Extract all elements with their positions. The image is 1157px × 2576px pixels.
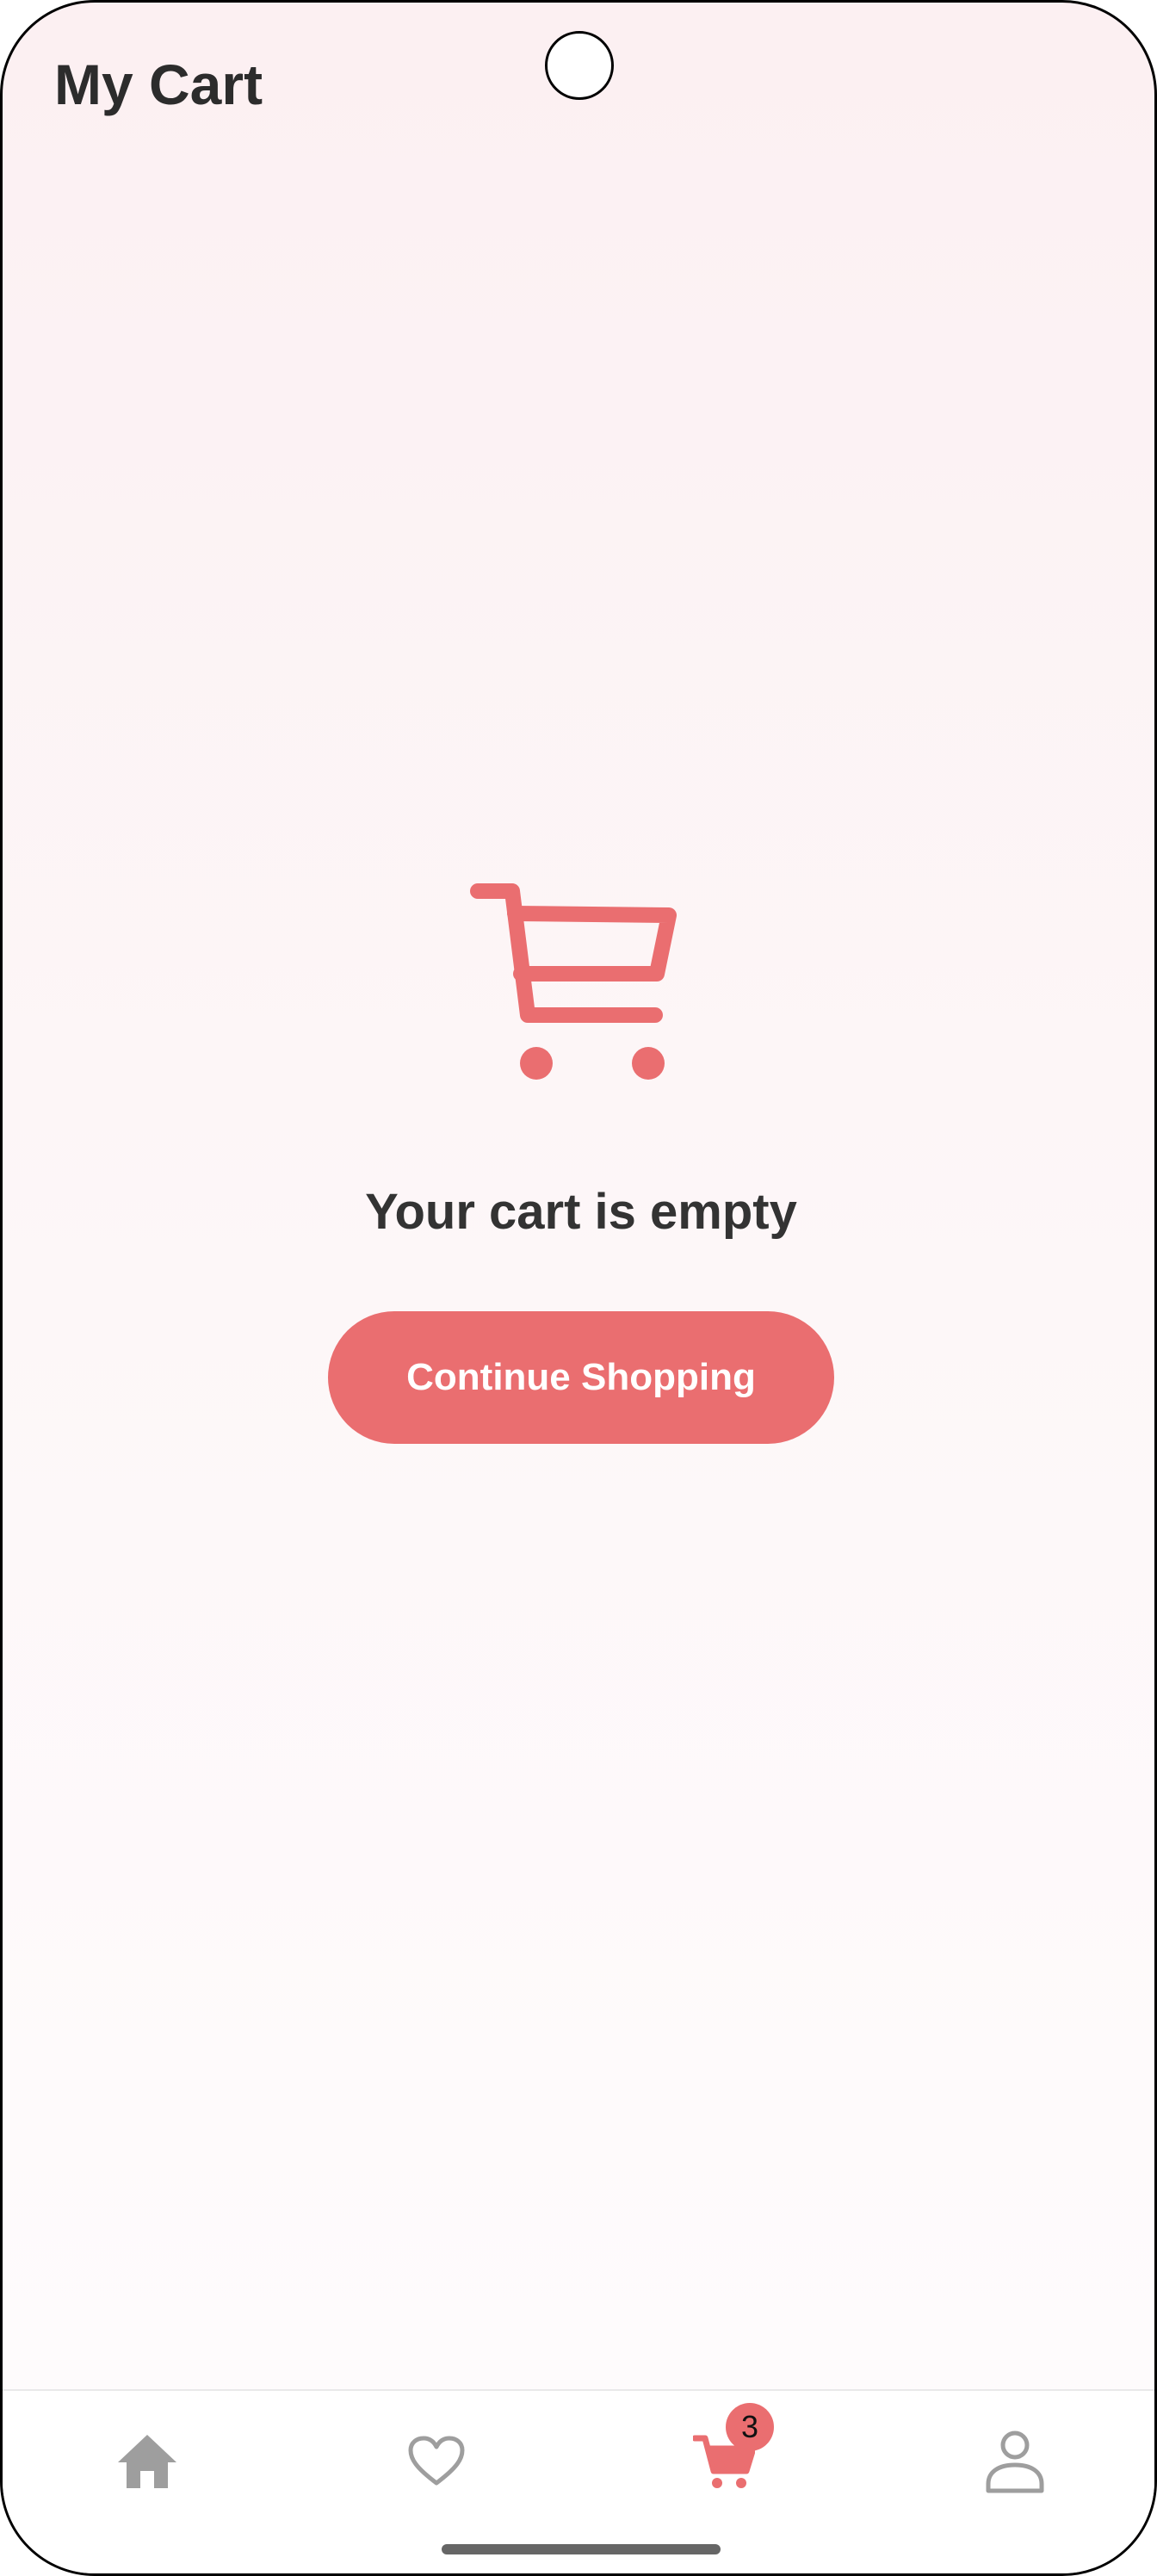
- home-icon: [118, 2435, 176, 2488]
- phone-screen: My Cart Your cart is empty Continue Shop…: [0, 0, 1157, 2576]
- empty-cart-message: Your cart is empty: [365, 1184, 797, 1240]
- camera-cutout: [545, 31, 614, 100]
- heart-icon: [408, 2436, 465, 2486]
- empty-cart-state: Your cart is empty: [3, 872, 1154, 1242]
- home-indicator[interactable]: [442, 2544, 721, 2554]
- continue-shopping-button[interactable]: Continue Shopping: [328, 1311, 834, 1444]
- person-icon: [986, 2430, 1044, 2493]
- shopping-cart-icon: [470, 883, 677, 1080]
- cart-count-badge: 3: [726, 2403, 774, 2451]
- page-title: My Cart: [54, 53, 263, 116]
- nav-cart[interactable]: 3: [672, 2403, 776, 2513]
- nav-profile[interactable]: [963, 2410, 1067, 2513]
- nav-favorites[interactable]: [385, 2410, 488, 2513]
- nav-home[interactable]: [96, 2410, 199, 2513]
